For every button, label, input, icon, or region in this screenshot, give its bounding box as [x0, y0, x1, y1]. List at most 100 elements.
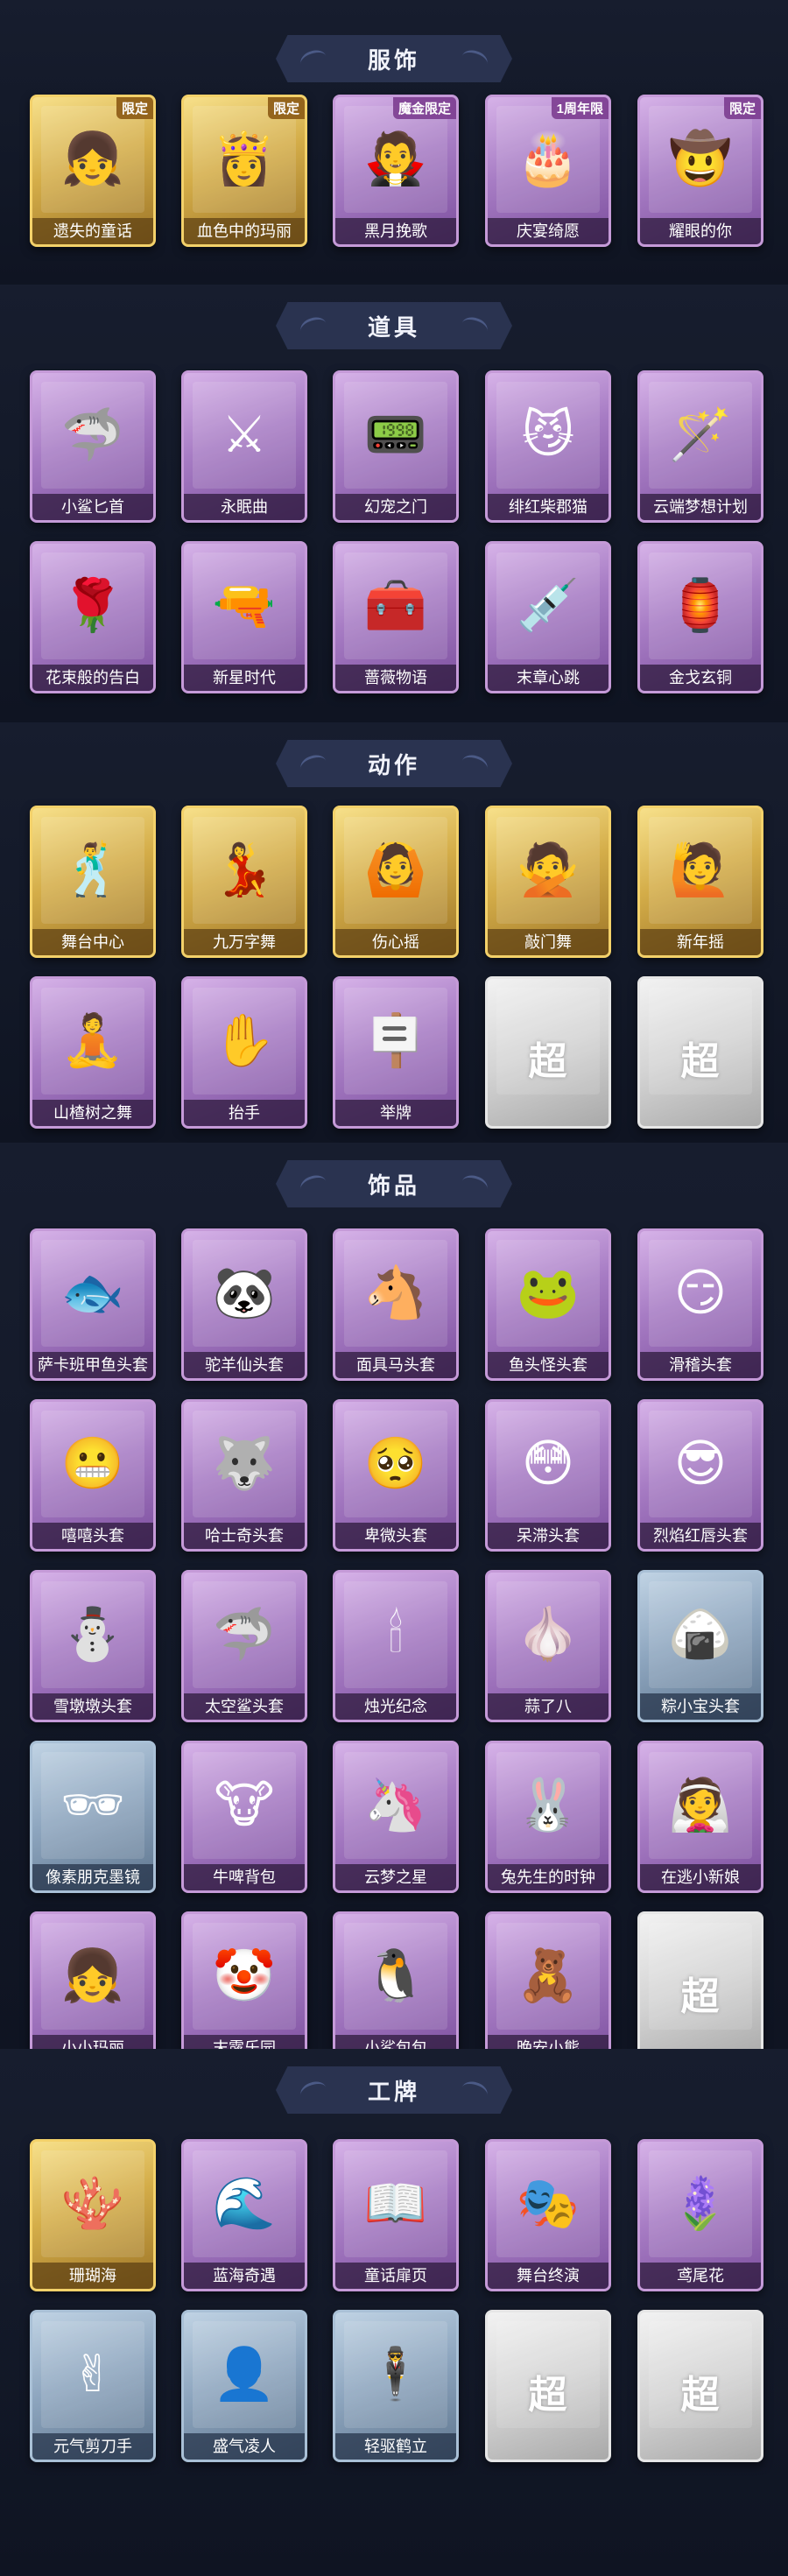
item-label: 新星时代	[184, 665, 305, 691]
item-card[interactable]: 👤 盛气凌人	[181, 2310, 307, 2462]
item-card[interactable]: 🐼 驼羊仙头套	[181, 1228, 307, 1381]
fish-head-icon: 🐟	[60, 1263, 125, 1322]
item-card[interactable]: 😼 绯红柴郡猫	[485, 370, 611, 523]
item-card[interactable]: 🪧 举牌	[333, 976, 459, 1129]
item-card[interactable]: 😎 烈焰红唇头套	[637, 1399, 763, 1552]
item-card[interactable]: 🐸 鱼头怪头套	[485, 1228, 611, 1381]
item-card[interactable]: 😳 呆滞头套	[485, 1399, 611, 1552]
item-card[interactable]: 🧘 山楂树之舞	[30, 976, 156, 1129]
item-card[interactable]: ✌ 元气剪刀手	[30, 2310, 156, 2462]
silhouette-card-icon: 👤	[212, 2344, 277, 2404]
item-card[interactable]: 🤡 末露乐园	[181, 1911, 307, 2064]
item-label: 滑稽头套	[640, 1352, 761, 1378]
item-label: 花束般的告白	[32, 665, 153, 691]
zongzi-head-icon: 🍙	[668, 1604, 733, 1664]
item-card[interactable]: 👧 小小玛丽	[30, 1911, 156, 2064]
item-label: 呆滞头套	[488, 1523, 609, 1549]
section-title-props: 道具	[276, 302, 512, 349]
item-card[interactable]: 🐟 萨卡班甲鱼头套	[30, 1228, 156, 1381]
item-card[interactable]: 🧄 蒜了八	[485, 1570, 611, 1722]
item-label: 抬手	[184, 1100, 305, 1126]
item-card[interactable]: 🦈 小鲨匕首	[30, 370, 156, 523]
item-card[interactable]: 😏 滑稽头套	[637, 1228, 763, 1381]
item-label: 金戈玄铜	[640, 665, 761, 691]
ornament-left-icon	[298, 751, 329, 778]
item-card[interactable]: 🐺 哈士奇头套	[181, 1399, 307, 1552]
rose-icon: 🌹	[60, 575, 125, 635]
item-card[interactable]: 超	[637, 2310, 763, 2462]
item-card[interactable]: 📟 幻宠之门	[333, 370, 459, 523]
revolver-icon: 🔫	[212, 575, 277, 635]
item-card[interactable]: 👰 在逃小新娘	[637, 1741, 763, 1893]
item-card[interactable]: 🎭 舞台终演	[485, 2139, 611, 2291]
clown-girl-icon: 🤡	[212, 1946, 277, 2005]
item-card[interactable]: 🙆 伤心摇	[333, 806, 459, 958]
item-card[interactable]: 🍙 粽小宝头套	[637, 1570, 763, 1722]
item-card[interactable]: 👧 遗失的童话 限定	[30, 95, 156, 247]
silhouette-card-icon: 🕴	[363, 2344, 428, 2404]
locked-placeholder-text: 超	[680, 1975, 721, 2018]
item-card[interactable]: 🌊 蓝海奇遇	[181, 2139, 307, 2291]
item-card[interactable]: 👸 血色中的玛丽 限定	[181, 95, 307, 247]
item-card[interactable]: 🏮 金戈玄铜	[637, 541, 763, 693]
item-card[interactable]: 🪄 云端梦想计划	[637, 370, 763, 523]
item-label: 山楂树之舞	[32, 1100, 153, 1126]
item-label: 永眠曲	[184, 494, 305, 520]
item-card[interactable]: 🕯 烛光纪念	[333, 1570, 459, 1722]
item-card[interactable]: 🧸 晚安小熊	[485, 1911, 611, 2064]
grin-face-icon: 😬	[60, 1433, 125, 1493]
item-card[interactable]: 🌹 花束般的告白	[30, 541, 156, 693]
item-label: 九万字舞	[184, 929, 305, 955]
item-card[interactable]: 🪸 珊瑚海	[30, 2139, 156, 2291]
item-card[interactable]: 超	[485, 976, 611, 1129]
item-card[interactable]: 超	[637, 976, 763, 1129]
section-title-text: 道具	[367, 313, 420, 341]
shark-bag-icon: 🐧	[363, 1946, 428, 2005]
item-card[interactable]: 🕺 舞台中心	[30, 806, 156, 958]
item-card[interactable]: ✋ 抬手	[181, 976, 307, 1129]
item-card[interactable]: 🧰 蔷薇物语	[333, 541, 459, 693]
item-label: 舞台中心	[32, 929, 153, 955]
item-card[interactable]: 😬 嘻嘻头套	[30, 1399, 156, 1552]
item-card[interactable]: 🐴 面具马头套	[333, 1228, 459, 1381]
item-card[interactable]: 🥺 卑微头套	[333, 1399, 459, 1552]
item-card[interactable]: ⚔ 永眠曲	[181, 370, 307, 523]
section-props: 道具 🦈 小鲨匕首 ⚔ 永眠曲 📟 幻宠之门 😼 绯红柴郡猫 🪄 云端梦想计划 🌹 花束般的告白 🔫 新星时…	[0, 285, 788, 722]
item-card[interactable]: 📖 童话扉页	[333, 2139, 459, 2291]
item-label: 嘻嘻头套	[32, 1523, 153, 1549]
husky-head-icon: 🐺	[212, 1433, 277, 1493]
item-card[interactable]: 💉 末章心跳	[485, 541, 611, 693]
item-card[interactable]: 🧛 黑月挽歌 魔金限定	[333, 95, 459, 247]
item-card[interactable]: 超	[637, 1911, 763, 2064]
item-label: 驼羊仙头套	[184, 1352, 305, 1378]
item-label: 庆宴绮愿	[488, 218, 609, 244]
item-card[interactable]: ⛄ 雪墩墩头套	[30, 1570, 156, 1722]
item-card[interactable]: 🎂 庆宴绮愿 1周年限	[485, 95, 611, 247]
shark-dagger-icon: 🦈	[60, 405, 125, 464]
item-card[interactable]: 🐮 牛啤背包	[181, 1741, 307, 1893]
item-label: 小鲨匕首	[32, 494, 153, 520]
item-card[interactable]: 🐰 兔先生的时钟	[485, 1741, 611, 1893]
sea-card-icon: 🌊	[212, 2173, 277, 2233]
item-card[interactable]: 🪻 鸢尾花	[637, 2139, 763, 2291]
item-card[interactable]: 🦄 云梦之星	[333, 1741, 459, 1893]
item-card[interactable]: 🕶 像素朋克墨镜	[30, 1741, 156, 1893]
item-card[interactable]: 🔫 新星时代	[181, 541, 307, 693]
cake-girl-icon: 🎂	[516, 129, 580, 188]
item-label: 舞台终演	[488, 2263, 609, 2289]
item-label: 萨卡班甲鱼头套	[32, 1352, 153, 1378]
item-card[interactable]: 🦈 太空鲨头套	[181, 1570, 307, 1722]
item-label: 伤心摇	[335, 929, 456, 955]
item-card[interactable]: 🐧 小鲨包包	[333, 1911, 459, 2064]
cheshire-cat-icon: 😼	[521, 405, 575, 464]
limited-badge: 限定	[116, 97, 153, 119]
item-label: 像素朋克墨镜	[32, 1864, 153, 1890]
item-card[interactable]: 🤠 耀眼的你 限定	[637, 95, 763, 247]
item-card[interactable]: 超	[485, 2310, 611, 2462]
item-card[interactable]: 🙅 敲门舞	[485, 806, 611, 958]
item-card[interactable]: 🕴 轻驱鹤立	[333, 2310, 459, 2462]
humble-face-icon: 🥺	[363, 1433, 428, 1493]
item-card[interactable]: 🙋 新年摇	[637, 806, 763, 958]
item-card[interactable]: 💃 九万字舞	[181, 806, 307, 958]
ornament-right-icon	[459, 46, 490, 74]
